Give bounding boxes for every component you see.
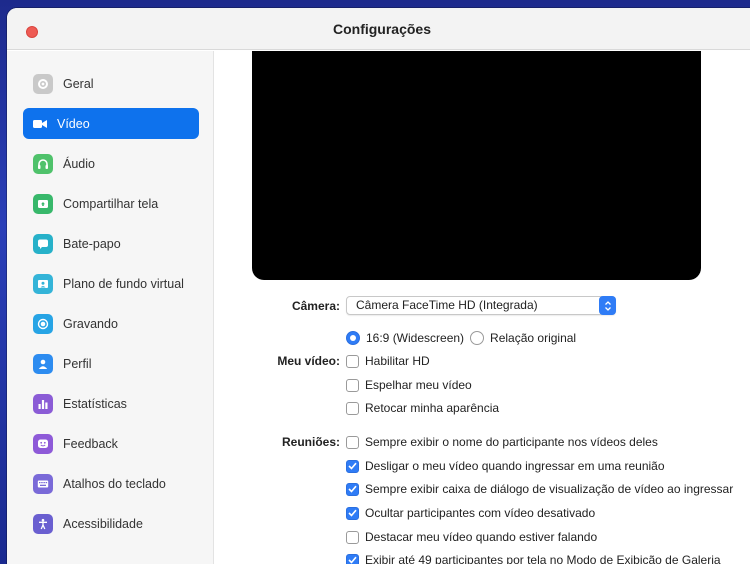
my-video-label: Meu vídeo: (277, 354, 340, 368)
sidebar-item-video[interactable]: Vídeo (23, 108, 199, 139)
checkbox-label: Desligar o meu vídeo quando ingressar em… (365, 459, 665, 473)
sidebar-item-label: Bate-papo (63, 236, 121, 251)
camera-select-value: Câmera FaceTime HD (Integrada) (356, 298, 538, 312)
checkbox-label: Destacar meu vídeo quando estiver faland… (365, 530, 598, 544)
sidebar-item-compartilhar-tela[interactable]: Compartilhar tela (23, 188, 199, 219)
sidebar-item-label: Acessibilidade (63, 516, 143, 531)
checkbox-gallery-49[interactable]: Exibir até 49 participantes por tela no … (346, 553, 721, 564)
share-screen-icon (33, 193, 53, 214)
checkbox-box[interactable] (346, 401, 359, 415)
checkbox-spotlight-speaking[interactable]: Destacar meu vídeo quando estiver faland… (346, 530, 597, 544)
checkbox-box[interactable] (346, 459, 359, 473)
camera-select[interactable]: Câmera FaceTime HD (Integrada) (346, 296, 616, 315)
checkbox-enable-hd[interactable]: Habilitar HD (346, 354, 430, 368)
checkmark-icon (348, 556, 357, 564)
sidebar-item-acessibilidade[interactable]: Acessibilidade (23, 508, 199, 539)
sidebar-item-estatisticas[interactable]: Estatísticas (23, 388, 199, 419)
smiley-icon (33, 433, 53, 454)
checkbox-label: Ocultar participantes com vídeo desativa… (365, 506, 596, 520)
radio-widescreen[interactable] (346, 331, 360, 345)
sidebar-item-label: Estatísticas (63, 396, 127, 411)
radio-original-ratio[interactable] (470, 331, 485, 345)
chat-bubble-icon (33, 233, 53, 254)
bar-chart-icon (33, 393, 53, 414)
sidebar-item-label: Perfil (63, 356, 92, 371)
checkmark-icon (348, 462, 357, 470)
checkmark-icon (348, 509, 357, 517)
sidebar-item-label: Gravando (63, 316, 118, 331)
gear-icon (33, 73, 53, 94)
checkbox-box[interactable] (346, 530, 359, 544)
checkbox-label: Sempre exibir caixa de diálogo de visual… (365, 482, 734, 496)
sidebar: Geral Vídeo Áudio Compartilhar tela Bate… (7, 51, 214, 564)
sidebar-item-feedback[interactable]: Feedback (23, 428, 199, 459)
checkbox-box[interactable] (346, 553, 359, 564)
checkbox-hide-non-video[interactable]: Ocultar participantes com vídeo desativa… (346, 506, 595, 520)
sidebar-item-label: Áudio (63, 156, 95, 171)
checkbox-touch-up[interactable]: Retocar minha aparência (346, 401, 499, 415)
window-title: Configurações (332, 21, 431, 37)
sidebar-item-geral[interactable]: Geral (23, 68, 199, 99)
settings-window: Configurações Geral Vídeo Áudio Comparti… (7, 8, 750, 564)
sidebar-item-label: Vídeo (57, 116, 90, 131)
sidebar-item-plano-de-fundo-virtual[interactable]: Plano de fundo virtual (23, 268, 199, 299)
meetings-label: Reuniões: (281, 435, 340, 449)
radio-widescreen-label: 16:9 (Widescreen) (366, 331, 465, 345)
radio-original-ratio-label: Relação original (490, 331, 577, 345)
accessibility-icon (33, 513, 53, 534)
checkbox-box[interactable] (346, 378, 359, 392)
checkmark-icon (348, 485, 357, 493)
checkbox-box[interactable] (346, 354, 359, 368)
sidebar-item-gravando[interactable]: Gravando (23, 308, 199, 339)
checkbox-label: Exibir até 49 participantes por tela no … (365, 553, 721, 564)
sidebar-item-atalhos-do-teclado[interactable]: Atalhos do teclado (23, 468, 199, 499)
checkbox-label: Retocar minha aparência (365, 401, 500, 415)
checkbox-turn-off-video[interactable]: Desligar o meu vídeo quando ingressar em… (346, 459, 665, 473)
checkbox-show-names[interactable]: Sempre exibir o nome do participante nos… (346, 435, 658, 449)
checkbox-label: Habilitar HD (365, 354, 430, 368)
video-camera-icon (33, 114, 47, 134)
person-icon (33, 353, 53, 374)
camera-preview (252, 51, 701, 280)
sidebar-item-perfil[interactable]: Perfil (23, 348, 199, 379)
camera-label: Câmera: (291, 299, 340, 313)
checkbox-box[interactable] (346, 506, 359, 520)
sidebar-item-label: Atalhos do teclado (63, 476, 166, 491)
video-settings-panel: Câmera: Câmera FaceTime HD (Integrada) 1… (215, 51, 750, 564)
sidebar-item-label: Compartilhar tela (63, 196, 159, 211)
sidebar-item-audio[interactable]: Áudio (23, 148, 199, 179)
keyboard-icon (33, 473, 53, 494)
sidebar-item-label: Feedback (63, 436, 118, 451)
headphones-icon (33, 153, 53, 174)
aspect-ratio-group: 16:9 (Widescreen) Relação original (346, 331, 576, 345)
virtual-background-icon (33, 273, 53, 294)
sidebar-item-bate-papo[interactable]: Bate-papo (23, 228, 199, 259)
sidebar-item-label: Geral (63, 76, 94, 91)
checkbox-preview-dialog[interactable]: Sempre exibir caixa de diálogo de visual… (346, 482, 733, 496)
record-icon (33, 313, 53, 334)
checkbox-label: Espelhar meu vídeo (365, 378, 472, 392)
chevron-updown-icon (599, 296, 616, 315)
sidebar-item-label: Plano de fundo virtual (63, 276, 184, 291)
checkbox-box[interactable] (346, 435, 359, 449)
checkbox-box[interactable] (346, 482, 359, 496)
checkbox-label: Sempre exibir o nome do participante nos… (365, 435, 658, 449)
title-bar: Configurações (7, 8, 750, 50)
checkbox-mirror-video[interactable]: Espelhar meu vídeo (346, 378, 472, 392)
